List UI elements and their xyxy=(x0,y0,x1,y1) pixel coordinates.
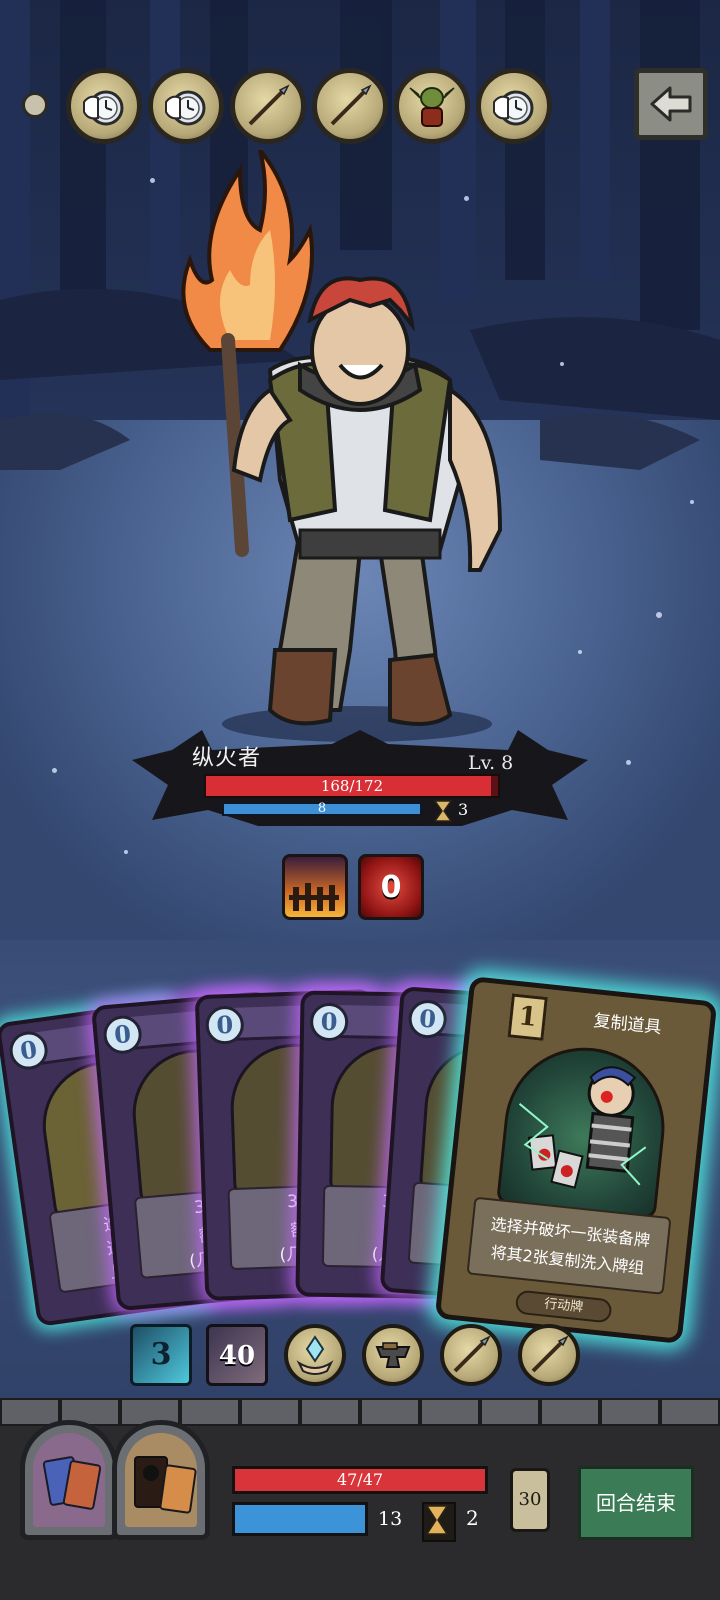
enemy-hp-bar: 168/172 xyxy=(204,774,500,798)
relic-slot-2[interactable] xyxy=(148,68,224,144)
back-button[interactable] xyxy=(634,68,708,140)
hourglass-icon xyxy=(425,1505,449,1535)
end-turn-button[interactable]: 回合结束 xyxy=(578,1466,694,1540)
card-draw-buff-value: 3 xyxy=(150,1337,172,1372)
draw-pile-art xyxy=(33,1433,105,1527)
relic-slot-5[interactable] xyxy=(394,68,470,144)
hourglass-icon xyxy=(434,800,452,822)
troops-buff-value: 40 xyxy=(218,1341,256,1371)
enemy-name: 纵火者 xyxy=(192,746,262,771)
player-hp-bar: 47/47 xyxy=(232,1466,488,1494)
spear-icon xyxy=(248,84,290,126)
card-art-clown xyxy=(496,1039,673,1220)
player-mana-bar xyxy=(232,1502,368,1536)
spear-relic-2[interactable] xyxy=(518,1324,580,1386)
stone-brick-trim xyxy=(0,1398,720,1426)
troops-buff[interactable]: 40 xyxy=(206,1324,268,1386)
enemy-mana-text: 8 xyxy=(317,801,327,816)
player-mana-fill xyxy=(235,1505,365,1533)
enemy-hp-text: 168/172 xyxy=(320,777,384,795)
spear-icon xyxy=(531,1335,569,1373)
pocket-watch-glove-icon xyxy=(493,90,534,126)
player-mana-value: 13 xyxy=(378,1508,403,1530)
arrow-left-icon xyxy=(650,86,692,122)
rage-status-value: 0 xyxy=(380,869,402,905)
discard-pile-art xyxy=(125,1433,197,1527)
deck-count-button[interactable]: 30 xyxy=(510,1468,550,1532)
player-hourglass-frame xyxy=(422,1502,456,1542)
card-cost: 1 xyxy=(507,993,548,1041)
goblin-portrait-icon xyxy=(409,87,455,127)
relic-slot-3[interactable] xyxy=(230,68,306,144)
anvil-relic[interactable] xyxy=(362,1324,424,1386)
crystal-hand-relic[interactable] xyxy=(284,1324,346,1386)
spear-icon xyxy=(453,1335,491,1373)
relic-slot-4[interactable] xyxy=(312,68,388,144)
enemy-turn-counter: 3 xyxy=(458,800,469,819)
spear-relic-1[interactable] xyxy=(440,1324,502,1386)
enemy-mana-bar: 8 xyxy=(222,801,422,816)
fire-fence-icon xyxy=(289,883,339,911)
draw-pile-button[interactable] xyxy=(20,1420,118,1540)
relic-page-indicator[interactable] xyxy=(22,92,48,118)
card-title: 复制道具 xyxy=(592,1011,663,1039)
discard-pile-button[interactable] xyxy=(112,1420,210,1540)
spear-icon xyxy=(330,84,372,126)
clown-thief-icon xyxy=(518,1066,647,1189)
pocket-watch-glove-icon xyxy=(165,90,206,126)
relic-slot-6[interactable] xyxy=(476,68,552,144)
burning-fence-status[interactable] xyxy=(282,854,348,920)
relic-slot-1[interactable] xyxy=(66,68,142,144)
selected-card-copy-item[interactable]: 1 复制道具 选择并破坏一张装备牌 将其2张复制洗入牌组 行动牌 xyxy=(434,975,718,1345)
enemy-arsonist-sprite[interactable] xyxy=(150,150,570,740)
anvil-icon xyxy=(375,1342,411,1368)
pocket-watch-glove-icon xyxy=(83,90,124,126)
player-turn-counter: 2 xyxy=(466,1506,479,1530)
card-draw-buff[interactable]: 3 xyxy=(130,1324,192,1386)
player-hp-text: 47/47 xyxy=(336,1470,384,1489)
enemy-level: Lv. 8 xyxy=(468,752,514,774)
card-type-label: 行动牌 xyxy=(514,1289,613,1324)
discard-pile-cards-icon xyxy=(134,1456,197,1514)
draw-pile-cards-icon xyxy=(42,1456,102,1510)
rage-status[interactable]: 0 xyxy=(358,854,424,920)
crystal-hand-icon xyxy=(296,1335,334,1375)
